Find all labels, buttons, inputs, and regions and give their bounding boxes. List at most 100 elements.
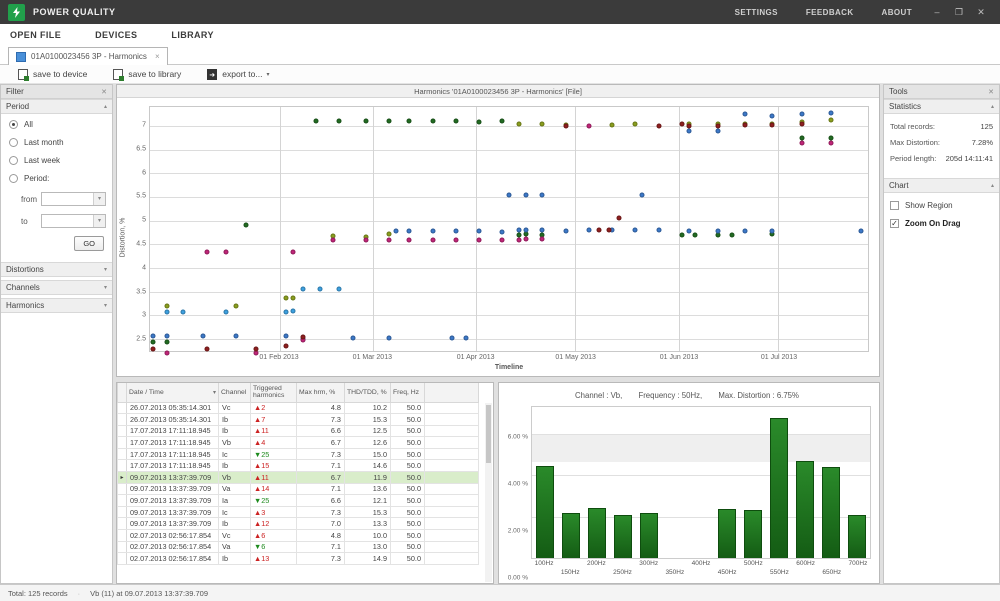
section-harmonics[interactable]: Harmonics▾ — [1, 298, 112, 313]
scatter-point-Ic[interactable] — [656, 123, 661, 128]
menu-library[interactable]: LIBRARY — [171, 30, 213, 40]
scatter-point-Ia[interactable] — [453, 237, 458, 242]
col-datetime[interactable]: Date / Time▾ — [127, 383, 219, 402]
period-option-all[interactable]: All — [9, 120, 106, 129]
scatter-point-Ia[interactable] — [387, 237, 392, 242]
scatter-point-Ib[interactable] — [244, 223, 249, 228]
scatter-point-Vb[interactable] — [769, 229, 774, 234]
scatter-point-Ia[interactable] — [586, 123, 591, 128]
scatter-point-Ia[interactable] — [364, 237, 369, 242]
scatter-point-Ic[interactable] — [679, 121, 684, 126]
settings-menu[interactable]: SETTINGS — [735, 8, 778, 17]
col-triggered[interactable]: Triggered harmonics — [251, 383, 297, 402]
table-row[interactable]: 09.07.2013 13:37:39.709Ib▲127.013.350.0 — [118, 518, 479, 530]
period-option-period[interactable]: Period: — [9, 174, 106, 183]
scatter-point-Ia[interactable] — [523, 236, 528, 241]
scatter-point-Ic[interactable] — [769, 123, 774, 128]
chevron-down-icon[interactable]: ▾ — [93, 193, 105, 205]
scatter-point-Ic[interactable] — [743, 123, 748, 128]
minimize-button[interactable]: – — [926, 7, 948, 17]
scatter-point-Va[interactable] — [387, 231, 392, 236]
scatter-point-Ia[interactable] — [477, 237, 482, 242]
bar-200Hz[interactable] — [588, 508, 606, 558]
restore-button[interactable]: ❐ — [948, 7, 970, 18]
period-option-lastmonth[interactable]: Last month — [9, 138, 106, 147]
chevron-down-icon[interactable]: ▾ — [93, 215, 105, 227]
col-channel[interactable]: Channel — [219, 383, 251, 402]
scatter-point-Vb[interactable] — [284, 333, 289, 338]
table-row[interactable]: 17.07.2013 17:11:18.945Ic▼257.315.050.0 — [118, 448, 479, 460]
scatter-point-Vb[interactable] — [716, 229, 721, 234]
scatter-point-Vc[interactable] — [164, 310, 169, 315]
scatter-point-Ic[interactable] — [716, 123, 721, 128]
scatter-point-Ia[interactable] — [407, 237, 412, 242]
scatter-point-Ib[interactable] — [693, 232, 698, 237]
table-row[interactable]: 02.07.2013 02:56:17.854Ib▲137.314.950.0 — [118, 553, 479, 565]
scatter-point-Va[interactable] — [284, 295, 289, 300]
scatter-point-Ic[interactable] — [799, 121, 804, 126]
statistics-section-header[interactable]: Statistics ▴ — [884, 99, 999, 114]
save-to-device-button[interactable]: save to device — [18, 69, 87, 80]
scatter-point-Vb[interactable] — [234, 333, 239, 338]
go-button[interactable]: GO — [74, 236, 104, 251]
scatter-point-Ic[interactable] — [616, 216, 621, 221]
scatter-plot[interactable] — [149, 106, 869, 352]
scatter-point-Ic[interactable] — [606, 228, 611, 233]
scatter-point-Ib[interactable] — [164, 339, 169, 344]
scatter-point-Ia[interactable] — [540, 236, 545, 241]
scatter-point-Ic[interactable] — [686, 123, 691, 128]
scatter-point-Vb[interactable] — [743, 112, 748, 117]
scatter-point-Vb[interactable] — [686, 128, 691, 133]
scatter-point-Vb[interactable] — [686, 229, 691, 234]
radio-icon[interactable] — [9, 156, 18, 165]
table-row[interactable]: 26.07.2013 05:35:14.301Vc▲24.810.250.0 — [118, 402, 479, 414]
scatter-point-Ib[interactable] — [477, 120, 482, 125]
scatter-point-Ib[interactable] — [387, 119, 392, 124]
table-scrollbar[interactable] — [485, 403, 492, 582]
scatter-point-Ib[interactable] — [407, 119, 412, 124]
scatter-point-Ib[interactable] — [453, 119, 458, 124]
scatter-point-Ib[interactable] — [430, 119, 435, 124]
scatter-point-Ib[interactable] — [337, 119, 342, 124]
scatter-point-Vc[interactable] — [284, 310, 289, 315]
scatter-point-Vb[interactable] — [639, 192, 644, 197]
menu-open-file[interactable]: OPEN FILE — [10, 30, 61, 40]
scatter-point-Va[interactable] — [164, 303, 169, 308]
scatter-point-Vb[interactable] — [387, 336, 392, 341]
close-button[interactable]: ✕ — [970, 7, 992, 18]
scatter-point-Ic[interactable] — [284, 344, 289, 349]
scatter-point-Ib[interactable] — [799, 135, 804, 140]
table-row[interactable]: 26.07.2013 05:35:14.301Ib▲77.315.350.0 — [118, 414, 479, 426]
checkbox-icon[interactable]: ✓ — [890, 219, 899, 228]
feedback-menu[interactable]: FEEDBACK — [806, 8, 854, 17]
scatter-point-Vb[interactable] — [393, 229, 398, 234]
section-distortions[interactable]: Distortions▾ — [1, 262, 112, 277]
scatter-point-Vb[interactable] — [563, 229, 568, 234]
scatter-point-Vb[interactable] — [350, 336, 355, 341]
scrollbar-thumb[interactable] — [486, 405, 491, 463]
scatter-point-Vb[interactable] — [859, 229, 864, 234]
scatter-point-Va[interactable] — [633, 121, 638, 126]
scatter-point-Vb[interactable] — [523, 228, 528, 233]
table-row[interactable]: 02.07.2013 02:56:17.854Vc▲64.810.050.0 — [118, 530, 479, 542]
scatter-point-Ib[interactable] — [364, 119, 369, 124]
scatter-point-Va[interactable] — [829, 118, 834, 123]
scatter-point-Ib[interactable] — [679, 232, 684, 237]
scatter-point-Ic[interactable] — [563, 123, 568, 128]
scatter-point-Vb[interactable] — [477, 229, 482, 234]
scatter-point-Vc[interactable] — [337, 287, 342, 292]
table-row[interactable]: 09.07.2013 13:37:39.709Ia▼256.612.150.0 — [118, 495, 479, 507]
scatter-point-Ic[interactable] — [204, 346, 209, 351]
checkbox-icon[interactable] — [890, 201, 899, 210]
scatter-point-Vb[interactable] — [430, 229, 435, 234]
table-row[interactable]: 17.07.2013 17:11:18.945Ib▲157.114.650.0 — [118, 460, 479, 472]
export-to-button[interactable]: export to... ▾ — [207, 69, 269, 80]
scatter-point-Ib[interactable] — [829, 135, 834, 140]
scatter-point-Ia[interactable] — [330, 237, 335, 242]
scatter-point-Vb[interactable] — [516, 228, 521, 233]
col-max-hrm[interactable]: Max hrm, % — [297, 383, 345, 402]
scatter-point-Ib[interactable] — [151, 339, 156, 344]
bar-650Hz[interactable] — [822, 467, 840, 558]
scatter-point-Ia[interactable] — [829, 141, 834, 146]
section-channels[interactable]: Channels▾ — [1, 280, 112, 295]
